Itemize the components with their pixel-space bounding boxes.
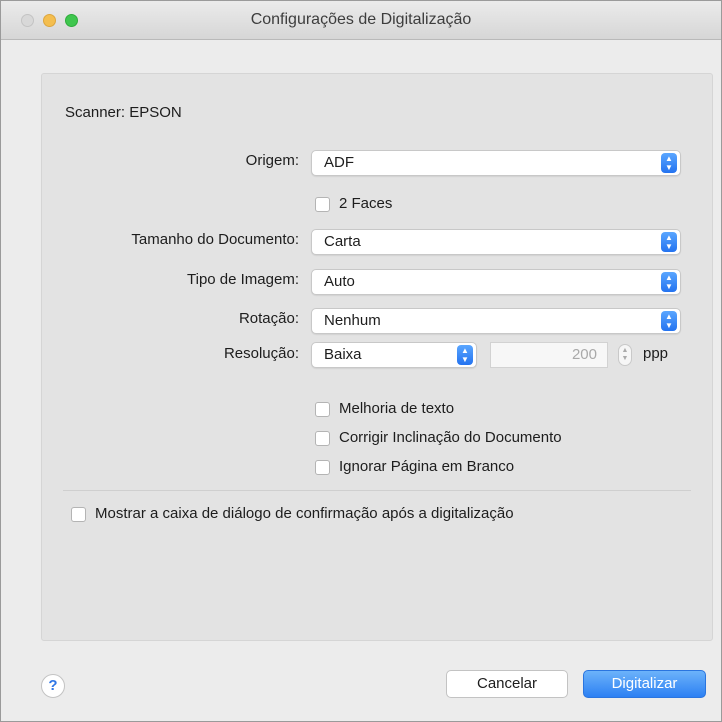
origem-select[interactable]: ADF ▲ ▼	[311, 150, 681, 176]
cancel-button[interactable]: Cancelar	[446, 670, 568, 698]
skip-blank-label[interactable]: Ignorar Página em Branco	[339, 458, 514, 475]
image-type-label: Tipo de Imagem:	[187, 271, 299, 288]
section-divider	[63, 490, 691, 491]
resolution-stepper[interactable]: ▲ ▼	[618, 344, 632, 366]
updown-chevron-icon: ▲ ▼	[661, 272, 677, 292]
updown-chevron-icon: ▲ ▼	[661, 311, 677, 331]
image-type-select[interactable]: Auto ▲ ▼	[311, 269, 681, 295]
scan-button[interactable]: Digitalizar	[583, 670, 706, 698]
two-faces-checkbox[interactable]	[315, 197, 330, 212]
question-mark-icon[interactable]: ?	[41, 674, 65, 698]
updown-chevron-icon: ▲ ▼	[661, 232, 677, 252]
document-size-select[interactable]: Carta ▲ ▼	[311, 229, 681, 255]
deskew-label[interactable]: Corrigir Inclinação do Documento	[339, 429, 562, 446]
confirm-dialog-label[interactable]: Mostrar a caixa de diálogo de confirmaçã…	[95, 505, 514, 522]
confirm-dialog-checkbox[interactable]	[71, 507, 86, 522]
two-faces-label[interactable]: 2 Faces	[339, 195, 392, 212]
updown-chevron-icon: ▲ ▼	[661, 153, 677, 173]
rotation-label: Rotação:	[238, 310, 299, 327]
scanner-name-label: Scanner: EPSON	[65, 104, 182, 121]
rotation-value: Nenhum	[324, 312, 381, 329]
rotation-select[interactable]: Nenhum ▲ ▼	[311, 308, 681, 334]
window-title: Configurações de Digitalização	[250, 11, 472, 28]
text-enhance-label[interactable]: Melhoria de texto	[339, 400, 454, 417]
document-size-label: Tamanho do Documento:	[131, 231, 299, 248]
updown-chevron-icon: ▲ ▼	[457, 345, 473, 365]
image-type-value: Auto	[324, 273, 355, 290]
origem-label: Origem:	[245, 152, 299, 169]
resolution-select[interactable]: Baixa ▲ ▼	[311, 342, 477, 368]
origem-value: ADF	[324, 154, 354, 171]
document-size-value: Carta	[324, 233, 361, 250]
resolution-dpi-field[interactable]: 200	[490, 342, 608, 368]
text-enhance-checkbox[interactable]	[315, 402, 330, 417]
title-bar[interactable]: Configurações de Digitalização	[1, 1, 721, 40]
deskew-checkbox[interactable]	[315, 431, 330, 446]
resolution-value: Baixa	[324, 346, 362, 363]
skip-blank-checkbox[interactable]	[315, 460, 330, 475]
scan-settings-window: Configurações de Digitalização Scanner: …	[0, 0, 722, 722]
resolution-unit-label: ppp	[643, 345, 669, 362]
resolution-label: Resolução:	[223, 345, 299, 362]
